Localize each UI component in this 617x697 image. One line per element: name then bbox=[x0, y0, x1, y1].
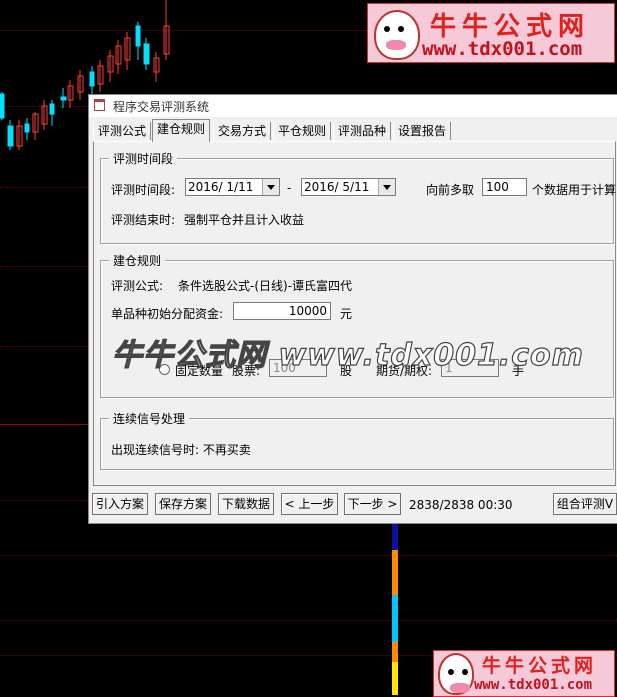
cow-icon bbox=[438, 653, 474, 695]
tab-panel: 评测时间段 评测时间段: 2016/ 1/11 - 2016/ 5/11 向前多… bbox=[93, 141, 616, 486]
tab-build-rules[interactable]: 建仓规则 bbox=[152, 119, 211, 142]
end-date-picker[interactable]: 2016/ 5/11 bbox=[301, 178, 396, 196]
signal-text: 出现连续信号时: 不再买卖 bbox=[111, 443, 251, 457]
build-group-title: 建仓规则 bbox=[109, 252, 166, 269]
build-rules-group: 建仓规则 评测公式: 条件选股公式-(日线)-谭氏富四代 单品种初始分配资金: … bbox=[100, 252, 614, 398]
end-value: 强制平仓并且计入收益 bbox=[184, 213, 305, 227]
import-plan-button[interactable]: 引入方案 bbox=[92, 493, 148, 515]
capital-unit: 元 bbox=[340, 307, 353, 321]
date-range-dash: - bbox=[287, 181, 292, 195]
tab-instruments[interactable]: 评测品种 bbox=[333, 122, 392, 140]
capital-input[interactable]: 10000 bbox=[233, 302, 331, 320]
logo-bottom-title: 牛牛公式网 bbox=[482, 655, 598, 677]
period-label: 评测时间段: bbox=[111, 183, 176, 197]
backtest-dialog: 程序交易评测系统 评测公式 建仓规则 交易方式 平仓规则 评测品种 设置报告 评… bbox=[88, 94, 617, 524]
tab-trade-mode[interactable]: 交易方式 bbox=[213, 122, 272, 140]
site-logo-bottom: 牛牛公式网 www.tdx001.com bbox=[433, 650, 615, 697]
logo-bottom-url: www.tdx001.com bbox=[474, 677, 593, 693]
lookback-input[interactable]: 100 bbox=[482, 178, 527, 196]
signal-group: 连续信号处理 出现连续信号时: 不再买卖 bbox=[100, 410, 614, 470]
start-date-value: 2016/ 1/11 bbox=[188, 180, 254, 194]
formula-value: 条件选股公式-(日线)-谭氏富四代 bbox=[178, 279, 353, 293]
end-label: 评测结束时: bbox=[111, 213, 176, 227]
watermark: 牛牛公式网 www.tdx001.com bbox=[111, 337, 584, 373]
site-logo-top: 牛牛公式网 www.tdx001.com bbox=[367, 3, 615, 63]
prev-step-button[interactable]: < 上一步 bbox=[281, 493, 338, 515]
period-group-title: 评测时间段 bbox=[109, 150, 178, 167]
tab-report[interactable]: 设置报告 bbox=[393, 122, 452, 140]
tab-close-rules[interactable]: 平仓规则 bbox=[273, 122, 332, 140]
dialog-title: 程序交易评测系统 bbox=[113, 100, 210, 114]
end-date-value: 2016/ 5/11 bbox=[304, 180, 370, 194]
cow-icon bbox=[374, 10, 420, 60]
capital-label: 单品种初始分配资金: bbox=[111, 307, 224, 321]
logo-top-url: www.tdx001.com bbox=[422, 38, 583, 60]
status-text: 2838/2838 00:30 bbox=[409, 498, 513, 512]
signal-group-title: 连续信号处理 bbox=[109, 410, 190, 427]
chevron-down-icon[interactable] bbox=[262, 179, 279, 195]
dialog-titlebar[interactable]: 程序交易评测系统 bbox=[89, 95, 617, 117]
start-date-picker[interactable]: 2016/ 1/11 bbox=[185, 178, 280, 196]
save-plan-button[interactable]: 保存方案 bbox=[155, 493, 211, 515]
download-data-button[interactable]: 下载数据 bbox=[218, 493, 274, 515]
next-step-button[interactable]: 下一步 > bbox=[344, 493, 401, 515]
indicator-bar bbox=[392, 522, 398, 695]
formula-label: 评测公式: bbox=[111, 279, 164, 293]
period-group: 评测时间段 评测时间段: 2016/ 1/11 - 2016/ 5/11 向前多… bbox=[100, 150, 617, 244]
app-icon bbox=[94, 99, 105, 111]
portfolio-test-button[interactable]: 组合评测V bbox=[553, 493, 617, 515]
lookback-label: 向前多取 bbox=[426, 183, 475, 197]
lookback-suffix: 个数据用于计算 bbox=[532, 183, 617, 197]
chevron-down-icon[interactable] bbox=[378, 179, 395, 195]
tab-formula[interactable]: 评测公式 bbox=[93, 122, 152, 140]
